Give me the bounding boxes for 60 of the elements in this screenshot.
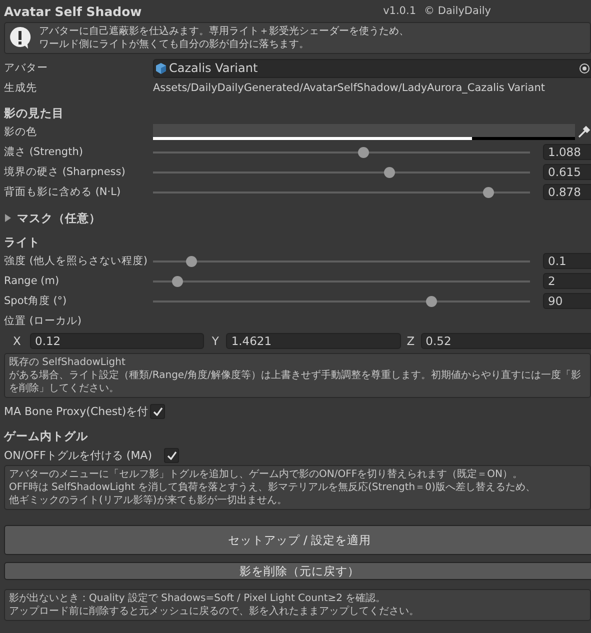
- color-field[interactable]: [153, 124, 575, 140]
- section-heading: ライト: [4, 234, 41, 251]
- slider-thumb[interactable]: [172, 276, 184, 286]
- slider-label: Range (m): [4, 275, 60, 287]
- object-name: Cazalis Variant: [169, 61, 259, 75]
- axis-label: Z: [406, 334, 416, 348]
- number-field[interactable]: 0.1: [543, 253, 591, 269]
- slider-thumb[interactable]: [384, 166, 395, 178]
- check-icon: [152, 406, 163, 416]
- field-label: 生成先: [4, 81, 38, 95]
- number-field[interactable]: 1.4621: [226, 333, 401, 349]
- slider-label: 強度 (他人を照らさない程度): [4, 254, 149, 268]
- number-field[interactable]: 0.52: [420, 333, 591, 349]
- checkbox-label: ON/OFFトグルを付ける (MA): [4, 448, 152, 462]
- window-title: Avatar Self Shadow: [4, 4, 143, 18]
- version-text: v1.0.1: [383, 5, 416, 17]
- info-text: ワールド側にライトが無くても自分の影が自分に落ちます。: [39, 38, 310, 51]
- number-field[interactable]: 0.878: [543, 184, 591, 200]
- footer-text: アップロード前に削除すると元メッシュに戻るので、影を入れたままアップしてください。: [9, 605, 420, 618]
- foldout-label[interactable]: マスク（任意）: [17, 210, 101, 226]
- slider-label: 背面も影に含める (N·L): [4, 185, 122, 199]
- target-icon[interactable]: [579, 62, 590, 74]
- slider-thumb[interactable]: [483, 186, 494, 198]
- footer-text: 影が出ないとき：Quality 設定で Shadows=Soft / Pixel Light Count≥2 を確認。: [9, 592, 387, 605]
- number-field[interactable]: 2: [543, 273, 591, 289]
- slider-thumb[interactable]: [186, 256, 197, 266]
- slider-thumb[interactable]: [426, 296, 437, 306]
- number-field[interactable]: 1.088: [543, 144, 591, 160]
- action-button[interactable]: 影を削除（元に戻す）: [4, 562, 591, 580]
- info-text: 既存の SelfShadowLight がある場合、ライト設定（種類/Range/角度/解像度等）は上書きせず手動調整を尊重します。初期値からやり直すには一度「影を削除」してください。: [4, 353, 591, 398]
- warning-icon: [9, 26, 31, 50]
- info-text: OFF時は SelfShadowLight を消して負荷を落とすうえ、影マテリアルを無反応(Strength＝0)版へ差し替えるため、: [9, 481, 536, 494]
- checkbox[interactable]: [164, 448, 180, 462]
- info-text: 他ギミックのライト(リアル影等)が来ても影が一切出ません。: [9, 494, 288, 507]
- field-label: 位置 (ローカル): [4, 314, 83, 328]
- credit-text: © DailyDaily: [424, 5, 491, 17]
- check-icon: [166, 450, 177, 460]
- slider-label: 境界の硬さ (Sharpness): [4, 165, 126, 179]
- slider-label: Spot角度 (°): [4, 294, 68, 308]
- number-field[interactable]: 0.12: [30, 333, 204, 349]
- eyedropper-icon[interactable]: [577, 125, 591, 139]
- cube-icon: [156, 62, 166, 74]
- output-path: Assets/DailyDailyGenerated/AvatarSelfShadow/LadyAurora_Cazalis Variant: [153, 82, 545, 94]
- checkbox[interactable]: [150, 404, 166, 418]
- object-field[interactable]: Cazalis Variant: [153, 58, 591, 78]
- number-field[interactable]: 90: [543, 293, 591, 309]
- info-text: アバターのメニューに「セルフ影」トグルを追加し、ゲーム内で影のON/OFFを切り替えられます（既定＝ON）。: [9, 468, 524, 481]
- action-button[interactable]: セットアップ / 設定を適用: [4, 525, 591, 555]
- slider-label: 濃さ (Strength): [4, 145, 84, 159]
- axis-label: X: [12, 334, 22, 348]
- field-label: アバター: [4, 61, 49, 75]
- info-text: アバターに自己遮蔽影を仕込みます。専用ライト＋影受光シェーダーを使うため、: [39, 25, 409, 38]
- axis-label: Y: [210, 334, 220, 348]
- expand-arrow-icon[interactable]: [4, 214, 12, 222]
- number-field[interactable]: 0.615: [543, 164, 591, 180]
- slider-thumb[interactable]: [358, 146, 369, 158]
- field-label: 影の色: [4, 125, 38, 139]
- section-heading: ゲーム内トグル: [4, 428, 89, 445]
- section-heading: 影の見た目: [4, 105, 65, 122]
- checkbox-label: MA Bone Proxy(Chest)を付: [4, 404, 148, 418]
